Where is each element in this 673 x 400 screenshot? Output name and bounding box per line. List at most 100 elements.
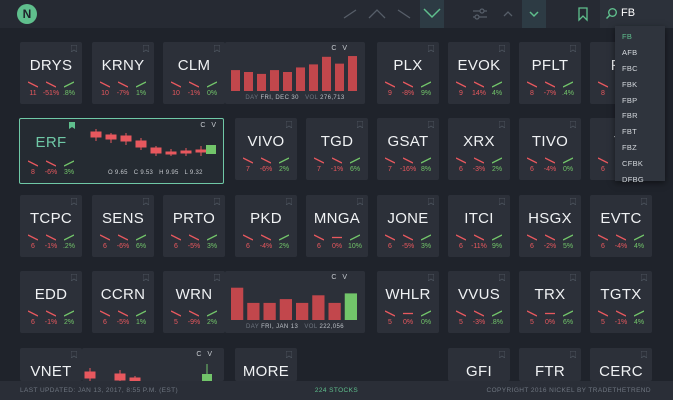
trend-up-icon [64, 234, 74, 241]
bookmark-icon[interactable] [499, 121, 505, 128]
trend-flat-icon [403, 312, 413, 315]
chart-style-valley-button[interactable] [420, 0, 444, 28]
bookmark-icon[interactable] [286, 198, 292, 205]
stock-tile[interactable]: MORE [235, 348, 297, 381]
stock-tile[interactable]: CCRN 6 -5% 1% [92, 271, 154, 333]
suggestion-item[interactable]: CFBK [615, 156, 665, 172]
stock-tile[interactable]: JONE 6 -5% 3% [377, 195, 439, 257]
date-label: DAY [245, 95, 259, 101]
stock-tile[interactable]: WHLR 5 0% 0% [377, 271, 439, 333]
trend-down-icon [598, 81, 608, 88]
suggestion-item[interactable]: AFB [615, 45, 665, 61]
stock-tile[interactable]: HSGX 6 -2% 5% [519, 195, 581, 257]
bookmark-icon[interactable] [428, 45, 434, 52]
stock-tile[interactable]: CERC [590, 348, 652, 381]
bookmark-filter-icon[interactable] [574, 4, 592, 24]
bookmark-icon[interactable] [428, 274, 434, 281]
bookmark-icon[interactable] [641, 351, 647, 358]
stock-tile[interactable]: PRTO 6 -5% 3% [163, 195, 225, 257]
suggestion-item[interactable]: DFBG [615, 172, 665, 188]
stock-tile[interactable]: EVTC 6 -4% 4% [590, 195, 652, 257]
bookmark-icon[interactable] [71, 198, 77, 205]
chart-mode-toggle[interactable]: C V [196, 351, 214, 358]
suggestion-item[interactable]: FBZ [615, 140, 665, 156]
suggestion-item[interactable]: FB [615, 29, 665, 45]
chart-wrn[interactable]: C V DAY FRI, JAN 13 VOL 222,056 [225, 271, 365, 333]
sort-down-button[interactable] [522, 0, 546, 28]
stock-tile[interactable]: EDD 6 -1% 2% [20, 271, 82, 333]
bookmark-icon[interactable] [214, 274, 220, 281]
stock-tile[interactable]: WRN 5 -9% 2% [163, 271, 225, 333]
bookmark-icon[interactable] [641, 274, 647, 281]
chart-style-peak-icon[interactable] [366, 4, 388, 24]
stock-tile[interactable]: DRYS 11 -51% .8% [20, 42, 82, 104]
bookmark-icon[interactable] [570, 198, 576, 205]
stock-tile[interactable]: EVOK 9 14% 4% [448, 42, 510, 104]
stock-tile[interactable]: TIVO 6 -4% 0% [519, 118, 581, 180]
stock-tile[interactable]: PKD 6 -4% 2% [235, 195, 297, 257]
stock-tile[interactable]: TGD 7 -1% 6% [306, 118, 368, 180]
bookmark-icon[interactable] [499, 45, 505, 52]
bookmark-icon[interactable] [143, 274, 149, 281]
stock-tile[interactable]: TRX 5 0% 6% [519, 271, 581, 333]
bookmark-icon[interactable] [143, 198, 149, 205]
chart-mode-toggle[interactable]: C V [331, 45, 349, 52]
bookmark-icon[interactable] [428, 121, 434, 128]
suggestion-item[interactable]: FBC [615, 61, 665, 77]
bookmark-icon[interactable] [570, 121, 576, 128]
filter-sliders-icon[interactable] [470, 4, 490, 24]
bookmark-icon[interactable] [71, 45, 77, 52]
suggestion-item[interactable]: FBR [615, 108, 665, 124]
stock-tile[interactable]: TGTX 5 -1% 4% [590, 271, 652, 333]
stock-tile[interactable]: VVUS 5 -3% .8% [448, 271, 510, 333]
bookmark-icon[interactable] [428, 198, 434, 205]
suggestion-item[interactable]: FBK [615, 77, 665, 93]
bookmark-icon[interactable] [499, 351, 505, 358]
chart-mode-toggle[interactable]: C V [331, 274, 349, 281]
suggestion-item[interactable]: FBP [615, 93, 665, 109]
focused-stock-card[interactable]: ERF 8 -6% 3% C V O 9.65 C 9.53 H 9.95 L … [19, 118, 224, 184]
bookmark-icon[interactable] [570, 351, 576, 358]
bookmark-icon[interactable] [570, 274, 576, 281]
stock-tile[interactable]: SENS 6 -6% 6% [92, 195, 154, 257]
chart-clm[interactable]: C V DAY FRI, DEC 30 VOL 276,713 [225, 42, 365, 104]
bookmark-icon[interactable] [286, 351, 292, 358]
sort-up-icon[interactable] [498, 4, 518, 24]
stock-tile[interactable]: XRX 6 -3% 2% [448, 118, 510, 180]
bookmark-icon[interactable] [357, 198, 363, 205]
bookmark-icon[interactable] [71, 351, 77, 358]
stock-tile[interactable]: GSAT 7 -16% 8% [377, 118, 439, 180]
stat-1d: 11 [29, 90, 37, 97]
stock-tile[interactable]: VIVO 7 -6% 2% [235, 118, 297, 180]
stock-tile[interactable]: ITCI 6 -11% 9% [448, 195, 510, 257]
stock-tile[interactable]: FTR [519, 348, 581, 381]
stock-tile[interactable]: CLM 10 -1% 0% [163, 42, 225, 104]
search-input[interactable]: FB [621, 7, 635, 19]
stock-stats: 6 -5% 3% [377, 234, 439, 254]
stock-tile[interactable]: MNGA 6 0% 10% [306, 195, 368, 257]
bookmark-icon[interactable] [641, 198, 647, 205]
stock-tile[interactable]: VNET [20, 348, 82, 381]
stock-tile[interactable]: PFLT 8 -7% .4% [519, 42, 581, 104]
search-box[interactable]: FB [600, 0, 673, 28]
bookmark-icon[interactable] [570, 45, 576, 52]
suggestion-item[interactable]: FBT [615, 124, 665, 140]
app-logo[interactable]: N [17, 4, 37, 24]
bookmark-icon[interactable] [286, 121, 292, 128]
stock-tile[interactable]: GFI [448, 348, 510, 381]
bookmark-icon[interactable] [499, 198, 505, 205]
stock-tile[interactable]: TCPC 6 -1% .2% [20, 195, 82, 257]
bookmark-icon[interactable] [357, 121, 363, 128]
stock-tile[interactable]: PLX 9 -8% 9% [377, 42, 439, 104]
chart-style-up-icon[interactable] [340, 4, 360, 24]
bookmark-icon[interactable] [214, 198, 220, 205]
bookmark-icon[interactable] [71, 274, 77, 281]
bookmark-icon[interactable] [143, 45, 149, 52]
chart-mode-toggle[interactable]: C V [200, 122, 218, 129]
stock-symbol: CLM [177, 57, 211, 74]
chart-vnet[interactable]: C V [82, 348, 224, 382]
bookmark-icon[interactable] [499, 274, 505, 281]
stock-tile[interactable]: KRNY 10 -7% 1% [92, 42, 154, 104]
chart-style-down-icon[interactable] [394, 4, 414, 24]
bookmark-icon[interactable] [214, 45, 220, 52]
